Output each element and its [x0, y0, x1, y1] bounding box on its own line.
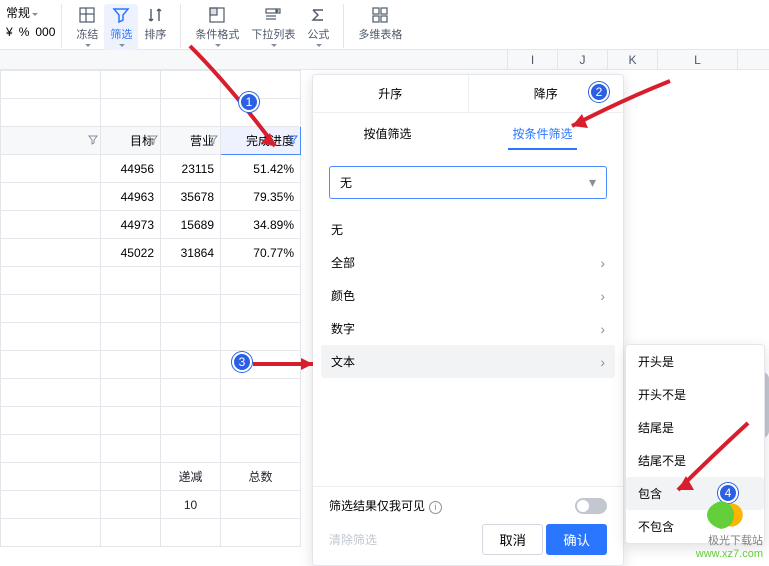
conditional-format-icon	[208, 6, 226, 24]
sort-button[interactable]: 排序	[138, 4, 172, 44]
confirm-button[interactable]: 确认	[546, 524, 607, 555]
sort-icon	[146, 6, 164, 24]
decimal-button[interactable]: 000	[35, 25, 55, 39]
col-J[interactable]: J	[558, 50, 608, 69]
sort-asc-button[interactable]: 升序	[313, 75, 469, 112]
summary-header-row: 递减总数	[1, 463, 301, 491]
table-row[interactable]: 449633567879.35%	[1, 183, 301, 211]
table-row[interactable]: 449731568934.89%	[1, 211, 301, 239]
annotation-badge-1: 1	[239, 92, 259, 112]
header-goal[interactable]: 目标	[101, 127, 161, 155]
chevron-right-icon: ›	[600, 288, 605, 304]
watermark: 极光下载站 www.xz7.com	[696, 500, 763, 560]
col-K[interactable]: K	[608, 50, 658, 69]
watermark-logo-icon	[707, 500, 751, 530]
formula-button[interactable]: 公式	[301, 4, 335, 50]
conditional-format-button[interactable]: 条件格式	[189, 4, 245, 50]
summary-value-row: 10	[1, 491, 301, 519]
condition-options: 无 全部› 颜色› 数字› 文本›	[313, 209, 623, 382]
format-group: 常规 ¥ % 000	[6, 4, 62, 48]
header-biz[interactable]: 营业	[161, 127, 221, 155]
chevron-right-icon: ›	[600, 321, 605, 337]
pivot-icon	[371, 6, 389, 24]
only-me-toggle[interactable]	[575, 498, 607, 514]
info-icon[interactable]: i	[429, 501, 442, 514]
table-row[interactable]: 450223186470.77%	[1, 239, 301, 267]
option-text[interactable]: 文本›	[321, 345, 615, 378]
sub-ends[interactable]: 结尾是	[626, 411, 764, 444]
pivot-group: 多维表格	[344, 4, 416, 48]
format-cond-group: 条件格式 下拉列表 公式	[181, 4, 344, 48]
col-I[interactable]: I	[508, 50, 558, 69]
filter-indicator-icon[interactable]	[88, 134, 98, 148]
data-table[interactable]: 目标 营业 完成进度 449562311551.42% 449633567879…	[0, 70, 301, 547]
option-none[interactable]: 无	[321, 213, 615, 246]
pivot-button[interactable]: 多维表格	[352, 4, 408, 44]
only-me-label: 筛选结果仅我可见i	[329, 497, 442, 514]
filter-panel: 升序 降序 按值筛选 按条件筛选 无 ▾ 无 全部› 颜色› 数字› 文本› 筛…	[312, 74, 624, 566]
chevron-right-icon: ›	[600, 354, 605, 370]
option-color[interactable]: 颜色›	[321, 279, 615, 312]
freeze-button[interactable]: 冻结	[70, 4, 104, 50]
percent-button[interactable]: %	[19, 25, 30, 39]
filter-by-condition-tab[interactable]: 按条件筛选	[508, 119, 576, 150]
dropdown-list-icon	[264, 6, 282, 24]
filter-by-value-tab[interactable]: 按值筛选	[359, 119, 415, 150]
header-progress[interactable]: 完成进度	[221, 127, 301, 155]
toolbar: 常规 ¥ % 000 冻结 筛选 排序 条件格式 下拉列表	[0, 0, 769, 50]
option-number[interactable]: 数字›	[321, 312, 615, 345]
view-group: 冻结 筛选 排序	[62, 4, 181, 48]
chevron-right-icon: ›	[600, 255, 605, 271]
annotation-badge-3: 3	[232, 352, 252, 372]
freeze-icon	[78, 6, 96, 24]
column-headers: I J K L	[0, 50, 769, 70]
select-caret-icon: ▾	[589, 174, 596, 191]
number-format-select[interactable]: 常规	[6, 4, 38, 21]
option-all[interactable]: 全部›	[321, 246, 615, 279]
dropdown-list-button[interactable]: 下拉列表	[245, 4, 301, 50]
clear-filter-button[interactable]: 清除筛选	[329, 531, 377, 548]
condition-select[interactable]: 无 ▾	[329, 166, 607, 199]
table-row[interactable]: 449562311551.42%	[1, 155, 301, 183]
sub-starts[interactable]: 开头是	[626, 345, 764, 378]
currency-button[interactable]: ¥	[6, 25, 13, 39]
filter-icon	[112, 6, 130, 24]
formula-icon	[309, 6, 327, 24]
col-L[interactable]: L	[658, 50, 738, 69]
cancel-button[interactable]: 取消	[482, 524, 543, 555]
sub-not-starts[interactable]: 开头不是	[626, 378, 764, 411]
annotation-badge-2: 2	[589, 82, 609, 102]
sub-not-ends[interactable]: 结尾不是	[626, 444, 764, 477]
filter-button[interactable]: 筛选	[104, 4, 138, 50]
